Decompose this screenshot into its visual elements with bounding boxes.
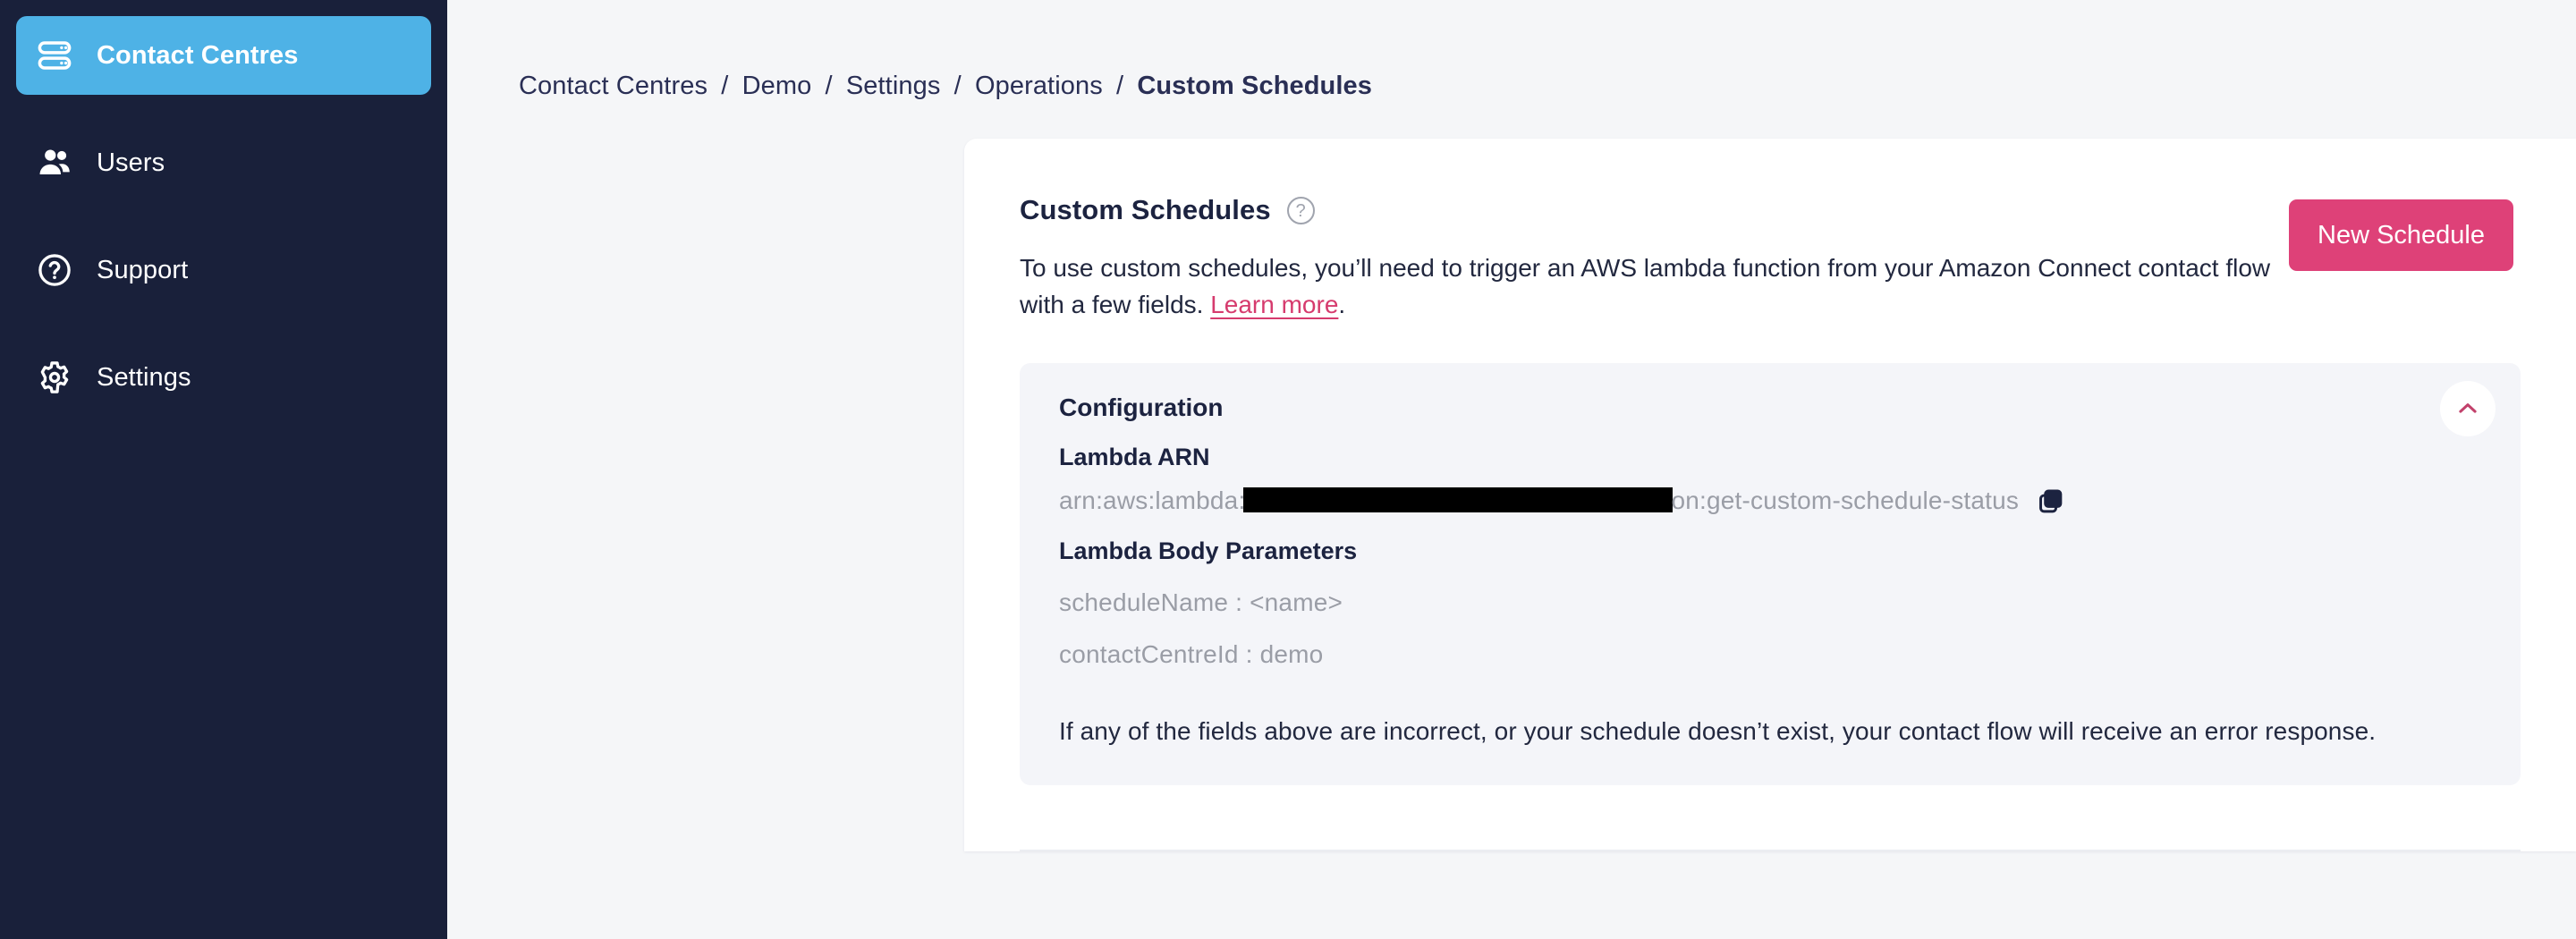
lambda-body-parameters-label: Lambda Body Parameters — [1059, 537, 1358, 564]
lambda-arn-suffix: on:get-custom-schedule-status — [1671, 486, 2020, 514]
sidebar-item-label: Settings — [97, 362, 191, 392]
body-param-schedule-name: scheduleName : <name> — [1059, 588, 1343, 616]
server-stack-icon — [36, 37, 73, 74]
breadcrumb-separator: / — [953, 72, 962, 100]
breadcrumb-item-demo[interactable]: Demo — [742, 72, 812, 100]
lambda-arn-label: Lambda ARN — [1059, 443, 1210, 470]
card-header-left: Custom Schedules ? To use custom schedul… — [1020, 194, 2289, 324]
configuration-heading: Configuration — [1059, 393, 1224, 421]
question-circle-icon[interactable]: ? — [1286, 196, 1315, 224]
copy-icon[interactable] — [2037, 486, 2067, 516]
users-icon — [36, 144, 73, 182]
body-param-contact-centre-id: contactCentreId : demo — [1059, 639, 1324, 668]
configuration-note: If any of the fields above are incorrect… — [1059, 716, 2377, 745]
sidebar-item-users[interactable]: Users — [16, 123, 431, 202]
sidebar-item-support[interactable]: Support — [16, 231, 431, 309]
lambda-arn-prefix: arn:aws:lambda: — [1059, 486, 1246, 514]
sidebar-item-settings[interactable]: Settings — [16, 338, 431, 417]
redaction-bar — [1243, 486, 1674, 512]
breadcrumb-item-current: Custom Schedules — [1137, 72, 1372, 100]
page-title: Custom Schedules — [1020, 194, 1271, 225]
breadcrumb-item-contact-centres[interactable]: Contact Centres — [519, 72, 708, 100]
sidebar-item-label: Support — [97, 255, 189, 284]
card-description: To use custom schedules, you’ll need to … — [1020, 250, 2289, 324]
breadcrumb-separator: / — [721, 72, 729, 100]
sidebar: Contact Centres Users Support Settings — [0, 0, 447, 939]
configuration-header: Configuration — [1059, 393, 2481, 422]
learn-more-link[interactable]: Learn more — [1210, 291, 1338, 318]
sidebar-item-label: Contact Centres — [97, 40, 299, 70]
breadcrumb-separator: / — [825, 72, 833, 100]
chevron-up-icon — [2454, 395, 2481, 422]
lambda-arn-row: arn:aws:lambda: on:get-custom-schedule-st… — [1059, 486, 2481, 516]
breadcrumb: Contact Centres / Demo / Settings / Oper… — [447, 0, 2576, 101]
breadcrumb-separator: / — [1115, 72, 1124, 100]
lambda-arn-value: arn:aws:lambda: on:get-custom-schedule-st… — [1059, 486, 2019, 515]
breadcrumb-item-settings[interactable]: Settings — [846, 72, 941, 100]
gear-icon — [36, 359, 73, 396]
sidebar-item-label: Users — [97, 148, 165, 177]
new-schedule-button[interactable]: New Schedule — [2289, 199, 2513, 271]
question-circle-icon — [36, 251, 73, 289]
section-divider — [1020, 849, 2521, 851]
collapse-configuration-button[interactable] — [2440, 380, 2496, 436]
custom-schedules-card: Custom Schedules ? To use custom schedul… — [964, 139, 2576, 851]
card-title-row: Custom Schedules ? — [1020, 194, 2289, 226]
main-content: Contact Centres / Demo / Settings / Oper… — [447, 0, 2576, 939]
card-description-tail: . — [1338, 291, 1346, 319]
configuration-panel: Configuration Lambda ARN arn:aws:lambda:… — [1020, 362, 2521, 785]
sidebar-item-contact-centres[interactable]: Contact Centres — [16, 16, 431, 95]
card-header: Custom Schedules ? To use custom schedul… — [964, 139, 2576, 324]
breadcrumb-item-operations[interactable]: Operations — [975, 72, 1103, 100]
card-description-text: To use custom schedules, you’ll need to … — [1020, 254, 2271, 319]
